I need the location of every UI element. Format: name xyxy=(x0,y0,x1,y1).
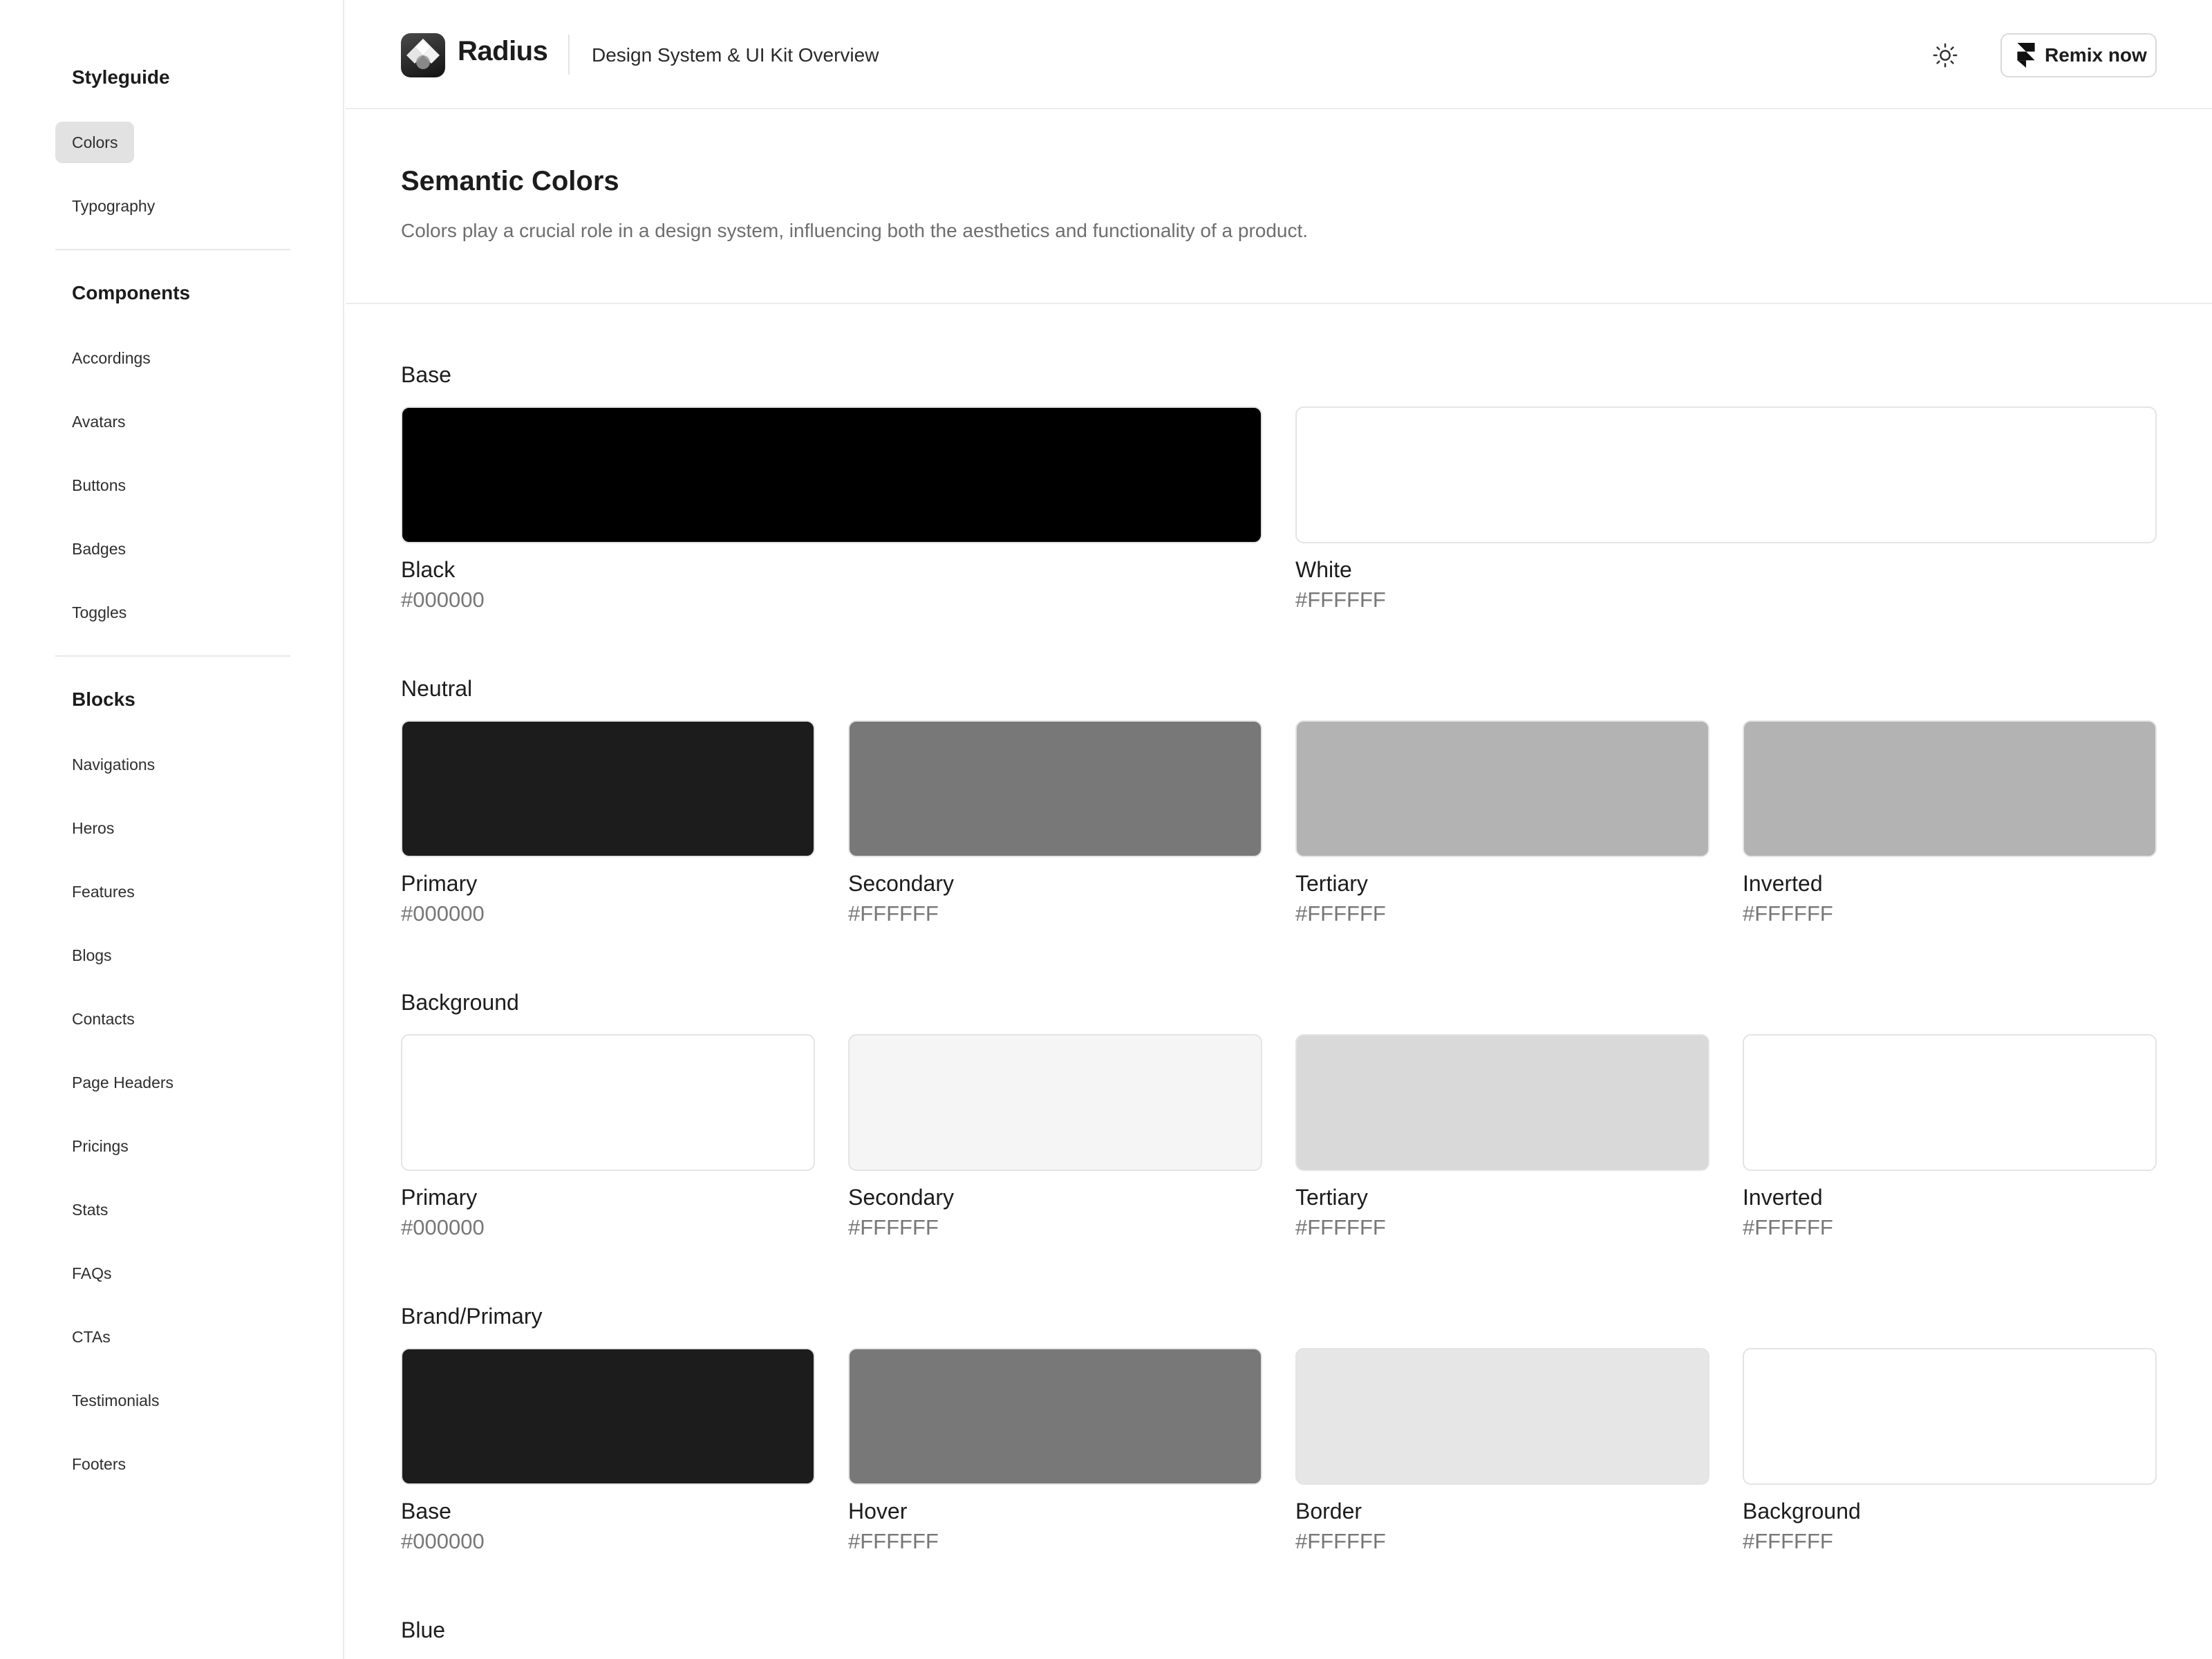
section-label-neutral: Neutral xyxy=(401,676,473,701)
sidebar-item-page-headers[interactable]: Page Headers xyxy=(55,1062,190,1103)
brand-name[interactable]: Radius xyxy=(458,36,548,67)
swatch-hex-value: #FFFFFF xyxy=(1295,1215,1386,1239)
color-swatch[interactable] xyxy=(1743,720,2157,857)
sidebar-item-testimonials[interactable]: Testimonials xyxy=(55,1380,176,1421)
swatch-name: Border xyxy=(1295,1499,1362,1524)
color-swatch[interactable] xyxy=(848,1348,1262,1485)
color-swatch[interactable] xyxy=(1295,1348,1709,1485)
color-swatch[interactable] xyxy=(401,406,1262,543)
page-title: Semantic Colors xyxy=(401,166,619,196)
sidebar-divider xyxy=(55,249,290,250)
swatch-hex-value: #FFFFFF xyxy=(848,1529,939,1553)
sidebar-item-accordings[interactable]: Accordings xyxy=(55,337,167,379)
sidebar-item-features[interactable]: Features xyxy=(55,871,151,912)
sidebar-item-toggles[interactable]: Toggles xyxy=(55,592,143,633)
swatch-name: Inverted xyxy=(1743,871,1823,896)
swatch-name: Inverted xyxy=(1743,1185,1823,1210)
color-swatch[interactable] xyxy=(1295,720,1709,857)
sidebar-divider xyxy=(55,655,290,657)
top-header: Radius Design System & UI Kit Overview R… xyxy=(346,0,2212,109)
swatch-hex-value: #000000 xyxy=(401,588,485,612)
swatch-hex-value: #000000 xyxy=(401,1215,485,1239)
app-root: Styleguide Colors Typography Components Acco… xyxy=(0,0,2212,1659)
swatch-name: Hover xyxy=(848,1499,908,1524)
sidebar-item-footers[interactable]: Footers xyxy=(55,1443,142,1485)
sidebar-item-pricings[interactable]: Pricings xyxy=(55,1125,145,1167)
sidebar-item-faqs[interactable]: FAQs xyxy=(55,1253,129,1294)
sun-icon xyxy=(1933,43,1958,68)
color-swatch[interactable] xyxy=(848,1034,1262,1171)
sidebar-item-avatars[interactable]: Avatars xyxy=(55,401,142,442)
sidebar-item-buttons[interactable]: Buttons xyxy=(55,465,142,506)
swatch-hex-value: #FFFFFF xyxy=(1743,1529,1833,1553)
swatch-name: Primary xyxy=(401,1185,478,1210)
swatch-name: Primary xyxy=(401,871,478,896)
sidebar-item-navigations[interactable]: Navigations xyxy=(55,744,171,785)
intro-section: Semantic Colors Colors play a crucial ro… xyxy=(346,111,2212,304)
sidebar-item-typography[interactable]: Typography xyxy=(55,185,171,227)
sidebar-item-ctas[interactable]: CTAs xyxy=(55,1316,127,1358)
sidebar-item-blogs[interactable]: Blogs xyxy=(55,935,129,976)
sidebar-item-badges[interactable]: Badges xyxy=(55,528,142,570)
color-swatch[interactable] xyxy=(401,1034,815,1171)
swatch-hex-value: #000000 xyxy=(401,901,485,926)
sidebar: Styleguide Colors Typography Components Acco… xyxy=(0,0,344,1659)
color-swatch[interactable] xyxy=(401,720,815,857)
swatch-name: Background xyxy=(1743,1499,1861,1524)
page-description: Colors play a crucial role in a design s… xyxy=(401,220,1309,241)
swatch-hex-value: #FFFFFF xyxy=(1295,588,1386,612)
section-label-base: Base xyxy=(401,362,451,387)
swatch-name: Secondary xyxy=(848,1185,954,1210)
sidebar-heading-blocks: Blocks xyxy=(72,688,135,710)
swatch-hex-value: #FFFFFF xyxy=(1743,1215,1833,1239)
color-swatch[interactable] xyxy=(1743,1034,2157,1171)
sidebar-heading-styleguide: Styleguide xyxy=(72,66,170,88)
color-swatch[interactable] xyxy=(1743,1348,2157,1485)
sidebar-heading-components: Components xyxy=(72,282,191,303)
header-divider xyxy=(568,35,570,75)
theme-toggle-button[interactable] xyxy=(1927,37,1963,73)
swatch-hex-value: #000000 xyxy=(401,1529,485,1553)
sidebar-item-heros[interactable]: Heros xyxy=(55,807,131,849)
swatch-name: Tertiary xyxy=(1295,871,1368,896)
swatch-hex-value: #FFFFFF xyxy=(1295,901,1386,926)
swatch-name: Secondary xyxy=(848,871,954,896)
logo-diamond-icon xyxy=(406,39,440,69)
color-swatch[interactable] xyxy=(1295,1034,1709,1171)
swatch-hex-value: #FFFFFF xyxy=(1743,901,1833,926)
section-label-background: Background xyxy=(401,990,519,1015)
color-swatch[interactable] xyxy=(401,1348,815,1485)
remix-now-label: Remix now xyxy=(2045,44,2147,66)
swatch-hex-value: #FFFFFF xyxy=(848,901,939,926)
sidebar-item-stats[interactable]: Stats xyxy=(55,1189,124,1230)
section-label-brand-primary: Brand/Primary xyxy=(401,1304,543,1329)
sidebar-item-contacts[interactable]: Contacts xyxy=(55,998,151,1040)
sidebar-item-colors[interactable]: Colors xyxy=(55,122,135,163)
section-label-blue: Blue xyxy=(401,1618,446,1642)
color-swatch[interactable] xyxy=(1295,406,2157,543)
radius-logo-icon[interactable] xyxy=(401,33,445,77)
swatch-name: White xyxy=(1295,557,1352,582)
remix-now-button[interactable]: Remix now xyxy=(2000,33,2157,77)
swatch-hex-value: #FFFFFF xyxy=(848,1215,939,1239)
header-subtitle: Design System & UI Kit Overview xyxy=(592,44,879,66)
color-swatch[interactable] xyxy=(848,720,1262,857)
swatch-name: Black xyxy=(401,557,456,582)
swatch-hex-value: #FFFFFF xyxy=(1295,1529,1386,1553)
swatch-name: Base xyxy=(401,1499,451,1524)
swatch-name: Tertiary xyxy=(1295,1185,1368,1210)
framer-icon xyxy=(2017,43,2035,68)
